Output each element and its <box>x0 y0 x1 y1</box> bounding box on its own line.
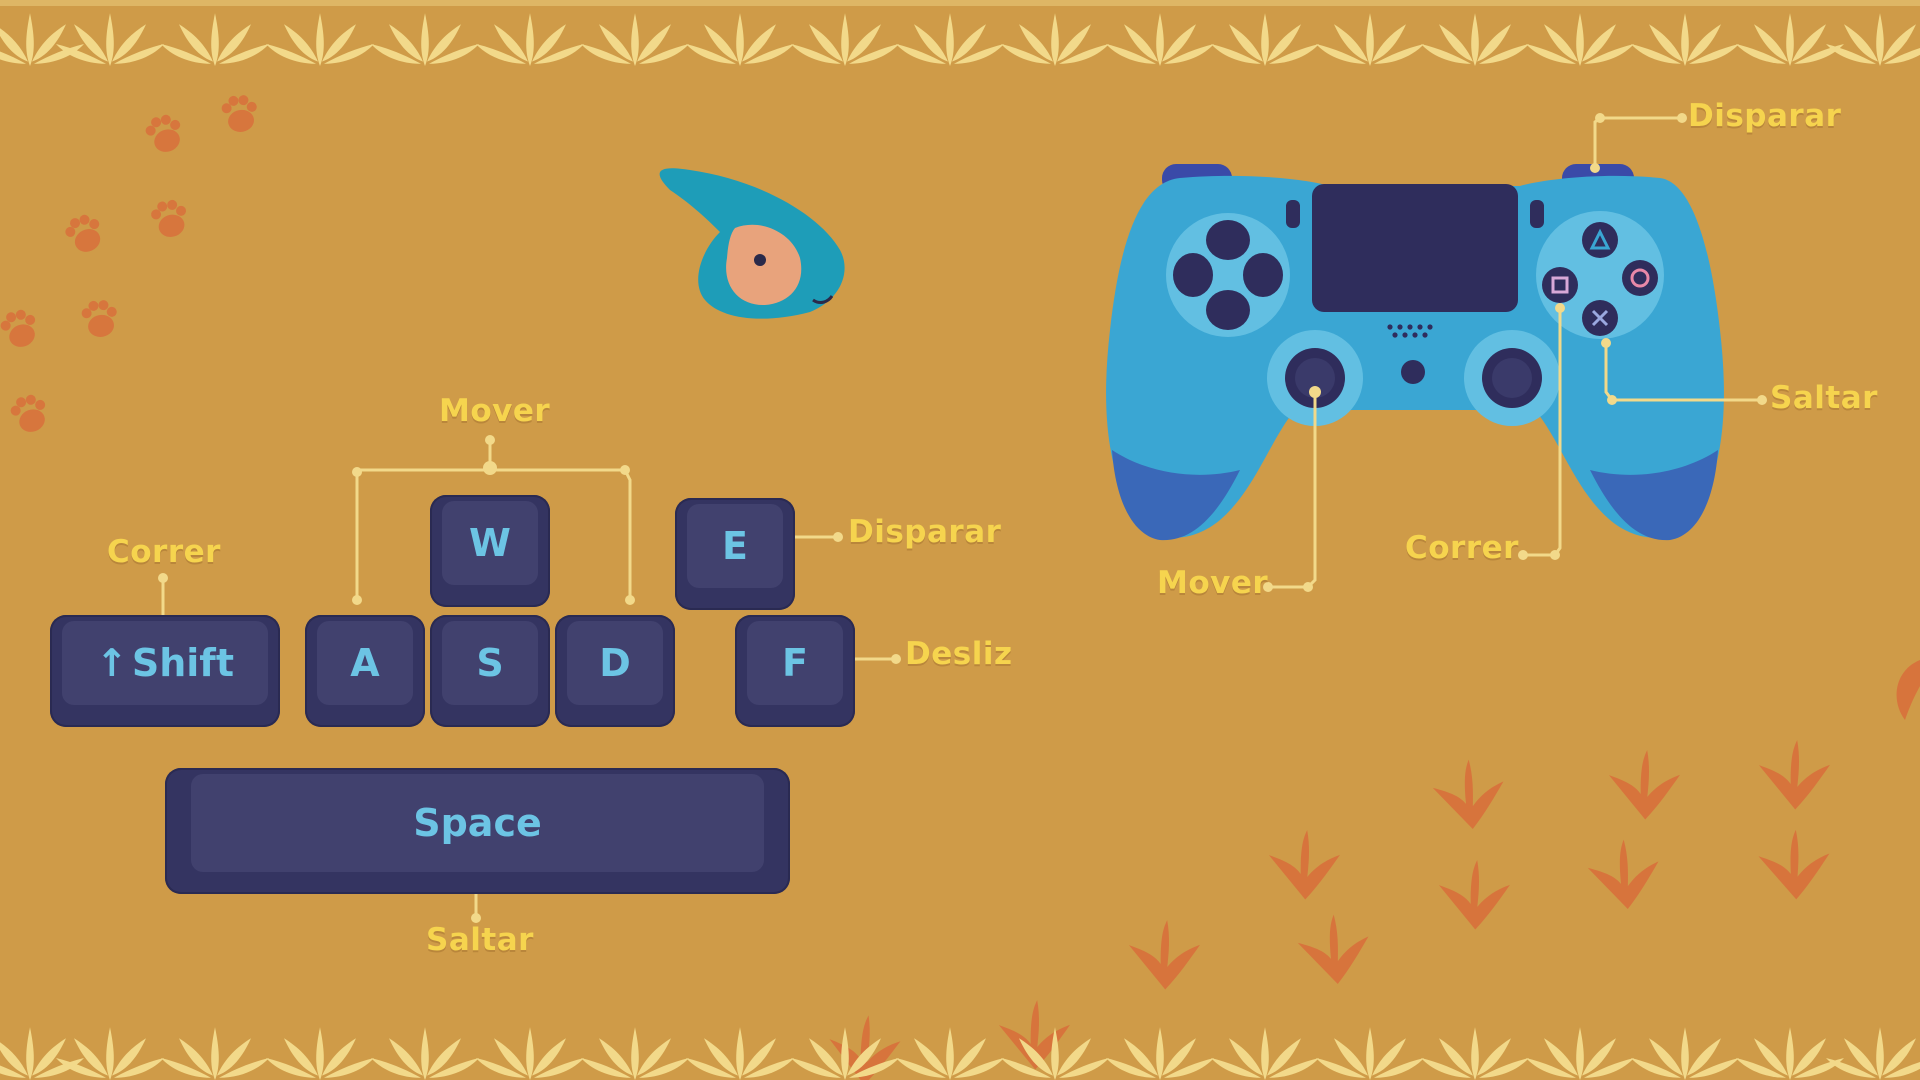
label-shoot-gamepad: Disparar <box>1688 98 1842 134</box>
label-jump-gamepad: Saltar <box>1770 380 1878 416</box>
controls-screen: W E ↑ Shift A S D F Space Mover Correr D… <box>0 0 1920 1080</box>
gamepad-connectors <box>1263 113 1767 592</box>
label-move-gamepad: Mover <box>1157 565 1269 601</box>
label-run-gamepad: Correr <box>1405 530 1519 566</box>
